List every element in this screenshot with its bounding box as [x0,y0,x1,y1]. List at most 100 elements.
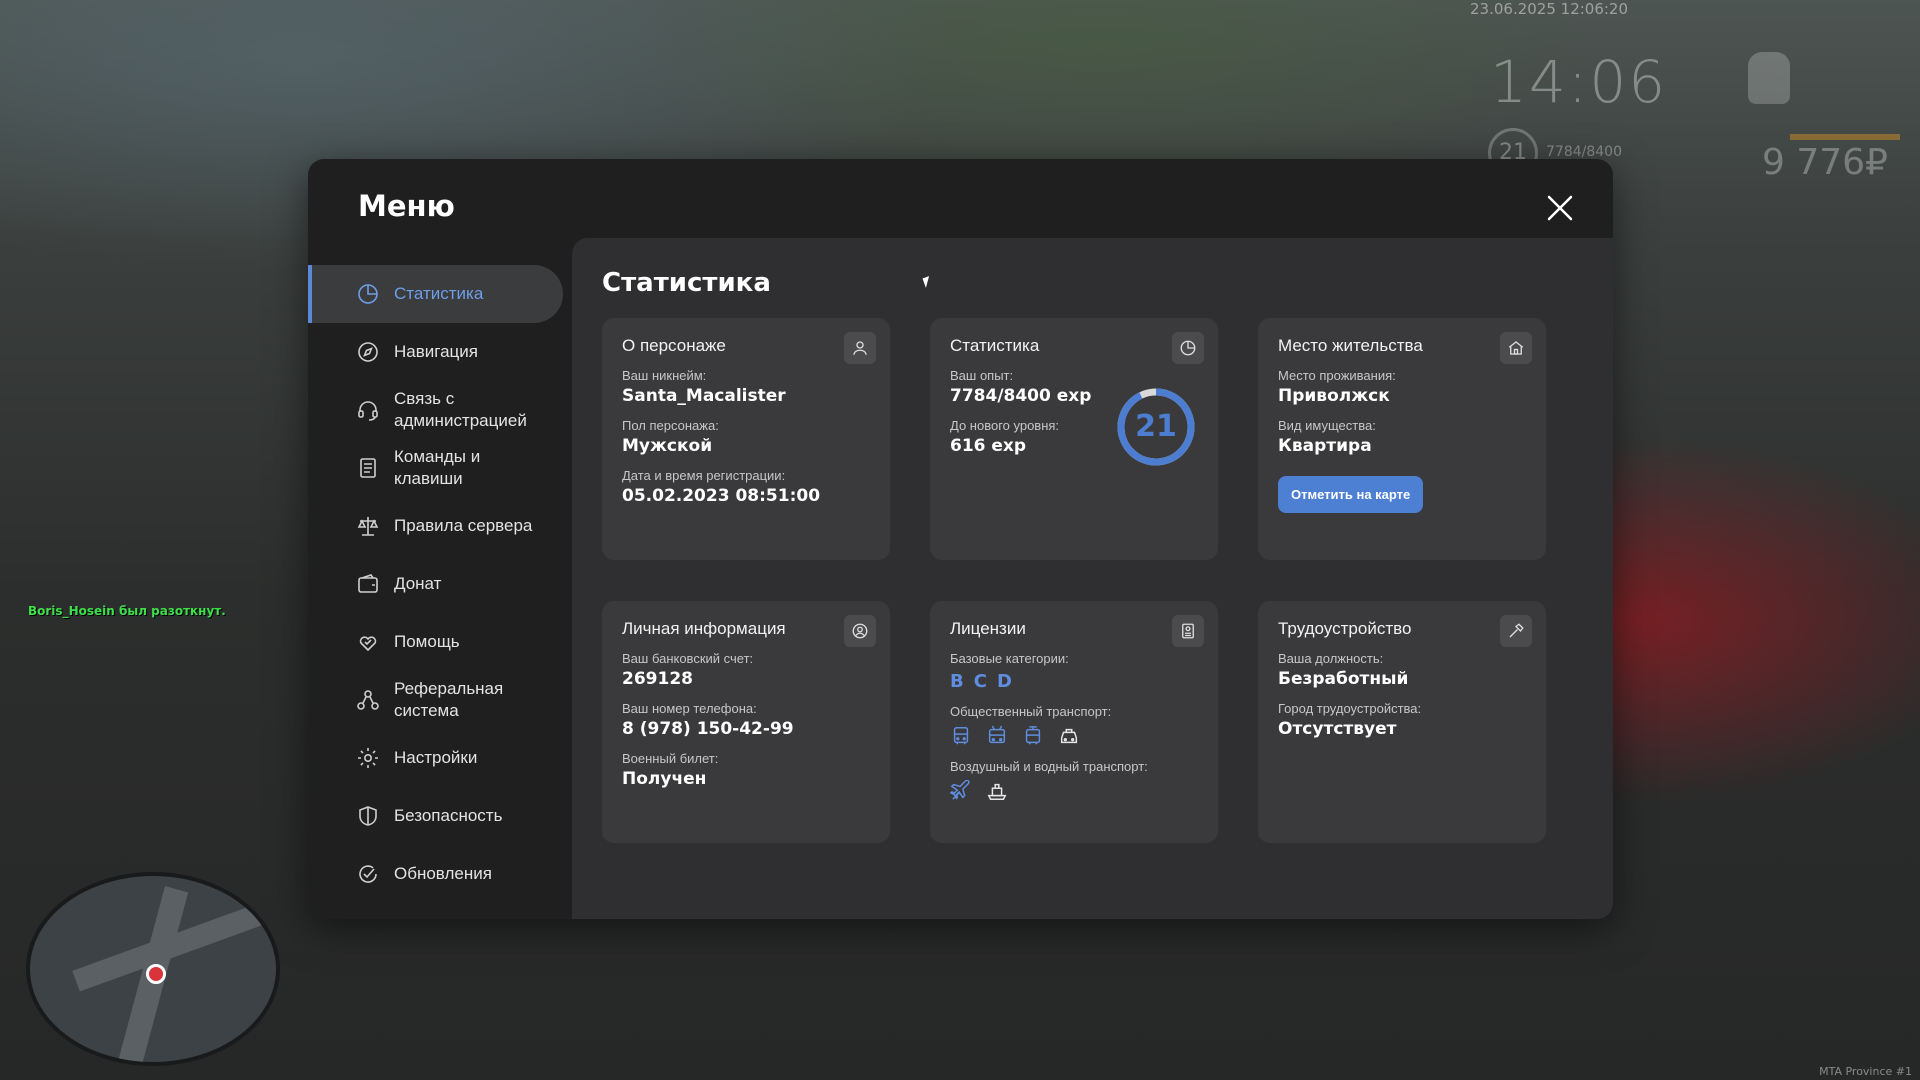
heart-hands-icon [359,636,377,652]
public-transport-icons [950,725,1198,747]
phone-label: Ваш номер телефона: [622,701,757,716]
sidebar-item-referral[interactable]: Реферальная система [308,671,563,729]
trolleybus-icon [988,725,1006,744]
sidebar-item-security[interactable]: Безопасность [308,787,563,845]
pie-chart-icon [358,284,378,304]
hammer-icon [1500,615,1532,647]
user-circle-icon [844,615,876,647]
bank-account-value: 269128 [622,669,693,689]
sidebar-item-label: Правила сервера [394,516,533,535]
sidebar-item-label: Навигация [394,342,478,361]
sidebar-item-label: Помощь [394,632,460,651]
position-label: Ваша должность: [1278,651,1384,666]
minimap-player-marker [146,964,166,984]
residence-value: Приволжск [1278,386,1390,406]
bank-account-label: Ваш банковский счет: [622,651,754,666]
license-category: D [996,671,1012,692]
shield-icon [359,806,377,826]
registration-value: 05.02.2023 08:51:00 [622,486,821,506]
hud-exp: 7784/8400 [1546,144,1622,160]
headset-icon [358,401,378,421]
sidebar-item-label: Команды и клавиши [394,447,481,488]
wallet-icon [358,574,378,593]
close-icon [1547,195,1573,221]
hud-health-bar [1790,134,1900,140]
registration-label: Дата и время регистрации: [622,468,786,483]
chat-message: Boris_Hosein был разоткнут. [28,604,226,618]
minimap [26,872,280,1066]
position-value: Безработный [1278,669,1409,689]
job-city-label: Город трудоустройства: [1278,701,1422,716]
tram-icon [1025,726,1041,745]
sidebar-item-label: Связь с администрацией [394,389,527,430]
check-circle-icon [359,865,377,883]
card-personal-info: Личная информация Ваш банковский счет: 2… [602,601,890,843]
gear-icon [358,748,378,768]
air-water-transport-icons [950,780,1198,802]
air-water-transport-label: Воздушный и водный транспорт: [950,759,1148,774]
modal-title: Меню [358,189,455,223]
card-employment: Трудоустройство Ваша должность: Безработ… [1258,601,1546,843]
card-statistics: Статистика Ваш опыт: 7784/8400 exp До но… [930,318,1218,560]
compass-icon [358,342,378,362]
job-city-value: Отсутствует [1278,719,1397,739]
card-title: Статистика [950,336,1040,355]
sidebar-item-statistics[interactable]: Статистика [308,265,563,323]
fist-icon [1748,52,1790,104]
network-icon [357,690,379,710]
sidebar-item-updates[interactable]: Обновления [308,845,563,903]
hud-money: 9 776₽ [1762,142,1888,183]
card-title: Место жительства [1278,336,1423,355]
hud-clock: 14:06 [1490,48,1668,116]
taxi-icon [1060,728,1078,744]
sidebar-item-navigation[interactable]: Навигация [308,323,563,381]
card-title: О персонаже [622,336,726,355]
hud-datetime: 23.06.2025 12:06:20 [1470,0,1629,18]
residence-label: Место проживания: [1278,368,1396,383]
sidebar-item-commands[interactable]: Команды и клавиши [308,439,563,497]
card-licenses: Лицензии Базовые категории: B C D Общест… [930,601,1218,843]
sidebar-item-label: Безопасность [394,806,503,825]
sidebar-item-label: Донат [394,574,442,593]
military-id-label: Военный билет: [622,751,719,766]
card-residence: Место жительства Место проживания: Приво… [1258,318,1546,560]
sidebar-item-label: Обновления [394,864,492,883]
server-watermark: MTA Province #1 [1819,1065,1912,1078]
property-label: Вид имущества: [1278,418,1376,433]
card-title: Личная информация [622,619,786,638]
gender-value: Мужской [622,436,713,456]
close-button[interactable] [1545,193,1575,223]
nickname-label: Ваш никнейм: [622,368,707,383]
sidebar-item-settings[interactable]: Настройки [308,729,563,787]
document-icon [360,458,376,478]
sidebar-item-rules[interactable]: Правила сервера [308,497,563,555]
content-panel: Статистика О персонаже Ваш никнейм: Sant… [572,238,1613,919]
airplane-icon [950,780,970,800]
pie-chart-icon [1172,332,1204,364]
card-title: Лицензии [950,619,1026,638]
sidebar-item-admin-contact[interactable]: Связь с администрацией [308,381,563,439]
sidebar-item-label: Статистика [394,284,484,303]
gender-label: Пол персонажа: [622,418,719,433]
license-category: C [973,671,987,692]
sidebar-item-help[interactable]: Помощь [308,613,563,671]
level-number: 21 [1135,409,1177,444]
sidebar-item-label: Реферальная система [394,679,504,720]
property-value: Квартира [1278,436,1372,456]
base-categories-label: Базовые категории: [950,651,1069,666]
sidebar-item-donate[interactable]: Донат [308,555,563,613]
mark-on-map-button[interactable]: Отметить на карте [1278,476,1424,513]
sidebar: Статистика Навигация Связь с администрац… [308,265,563,903]
card-about-character: О персонаже Ваш никнейм: Santa_Macaliste… [602,318,890,560]
license-category: B [950,671,964,692]
nickname-value: Santa_Macalister [622,386,786,406]
license-card-icon [1172,615,1204,647]
home-icon [1500,332,1532,364]
scales-icon [357,517,379,536]
military-id-value: Получен [622,769,707,789]
section-title: Статистика [602,268,771,298]
bus-icon [953,727,969,745]
user-icon [844,332,876,364]
card-title: Трудоустройство [1278,619,1412,638]
level-progress-ring: 21 [1115,386,1197,468]
